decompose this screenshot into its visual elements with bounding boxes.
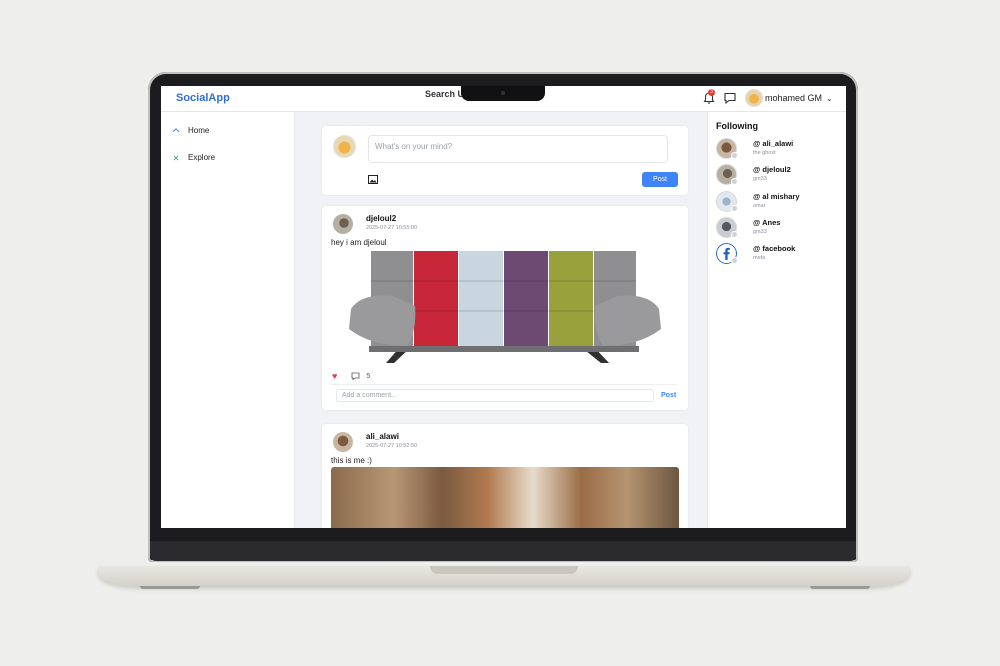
screen: SocialApp Search U 3 mohamed GM ⌄ Home E… xyxy=(161,86,846,528)
right-sidebar: Following @ ali_alawi the ghost @ djelou… xyxy=(707,112,846,528)
following-item[interactable]: @ facebook meta xyxy=(716,243,841,265)
comment-icon[interactable] xyxy=(351,372,360,380)
post-card: djeloul2 2025-07-27 10:55:00 hey i am dj… xyxy=(322,206,688,410)
sidebar-item-home[interactable]: Home xyxy=(172,126,209,135)
post-composer: What's on your mind? Post xyxy=(322,126,688,195)
home-icon xyxy=(172,127,180,132)
following-subtitle: gm33 xyxy=(753,176,767,182)
user-name: mohamed GM xyxy=(765,93,823,103)
following-subtitle: gm33 xyxy=(753,229,767,235)
following-subtitle: the ghost xyxy=(753,150,776,156)
composer-input[interactable]: What's on your mind? xyxy=(368,135,668,163)
sidebar-item-explore[interactable]: Explore xyxy=(172,153,215,162)
post-button[interactable]: Post xyxy=(642,172,678,187)
message-icon[interactable] xyxy=(723,91,737,105)
chevron-down-icon: ⌄ xyxy=(826,93,833,103)
author-avatar[interactable] xyxy=(333,432,353,452)
following-handle: @ al mishary xyxy=(753,192,800,201)
comment-count: 5 xyxy=(366,372,371,380)
post-card: ali_alawi 2025-07-27 10:52:50 this is me… xyxy=(322,424,688,528)
camera-notch xyxy=(461,86,545,101)
laptop-foot-left xyxy=(140,586,200,589)
sidebar-item-label: Explore xyxy=(188,153,216,162)
status-dot xyxy=(731,205,738,212)
status-dot xyxy=(731,231,738,238)
user-menu[interactable]: mohamed GM ⌄ xyxy=(745,89,833,107)
post-timestamp: 2025-07-27 10:52:50 xyxy=(366,443,418,449)
post-text: this is me :) xyxy=(331,456,372,465)
user-avatar xyxy=(745,89,763,107)
following-handle: @ ali_alawi xyxy=(753,139,794,148)
following-title: Following xyxy=(716,121,758,131)
laptop-bezel xyxy=(150,541,856,561)
following-item[interactable]: @ Anes gm33 xyxy=(716,217,841,239)
following-item[interactable]: @ al mishary omar xyxy=(716,191,841,213)
post-timestamp: 2025-07-27 10:55:00 xyxy=(366,225,418,231)
following-item[interactable]: @ ali_alawi the ghost xyxy=(716,138,841,160)
following-subtitle: meta xyxy=(753,255,766,261)
user-avatar xyxy=(333,135,356,158)
post-text: hey i am djeloul xyxy=(331,238,387,247)
status-dot xyxy=(731,152,738,159)
post-author[interactable]: ali_alawi xyxy=(366,432,399,441)
explore-icon xyxy=(173,154,179,161)
post-image-photo[interactable] xyxy=(331,467,679,528)
following-subtitle: omar xyxy=(753,203,766,209)
following-handle: @ Anes xyxy=(753,218,781,227)
laptop-foot-right xyxy=(810,586,870,589)
camera-dot xyxy=(501,91,505,95)
following-item[interactable]: @ djeloul2 gm33 xyxy=(716,164,841,186)
author-avatar[interactable] xyxy=(333,214,353,234)
following-handle: @ facebook xyxy=(753,244,796,253)
post-actions: ♥ 5 xyxy=(332,371,370,381)
left-sidebar: Home Explore xyxy=(161,112,295,528)
post-image-sofa[interactable] xyxy=(331,251,679,366)
image-upload-icon[interactable] xyxy=(368,175,378,184)
status-dot xyxy=(731,178,738,185)
notification-badge: 3 xyxy=(708,89,715,96)
comment-post-button[interactable]: Post xyxy=(661,392,676,399)
divider xyxy=(331,384,677,385)
brand-logo[interactable]: SocialApp xyxy=(176,92,230,104)
post-author[interactable]: djeloul2 xyxy=(366,214,396,223)
sidebar-item-label: Home xyxy=(188,126,210,135)
status-dot xyxy=(731,257,738,264)
following-handle: @ djeloul2 xyxy=(753,165,791,174)
comment-input[interactable]: Add a comment... xyxy=(336,389,654,402)
laptop-base-notch xyxy=(430,566,578,574)
heart-icon[interactable]: ♥ xyxy=(332,371,337,381)
